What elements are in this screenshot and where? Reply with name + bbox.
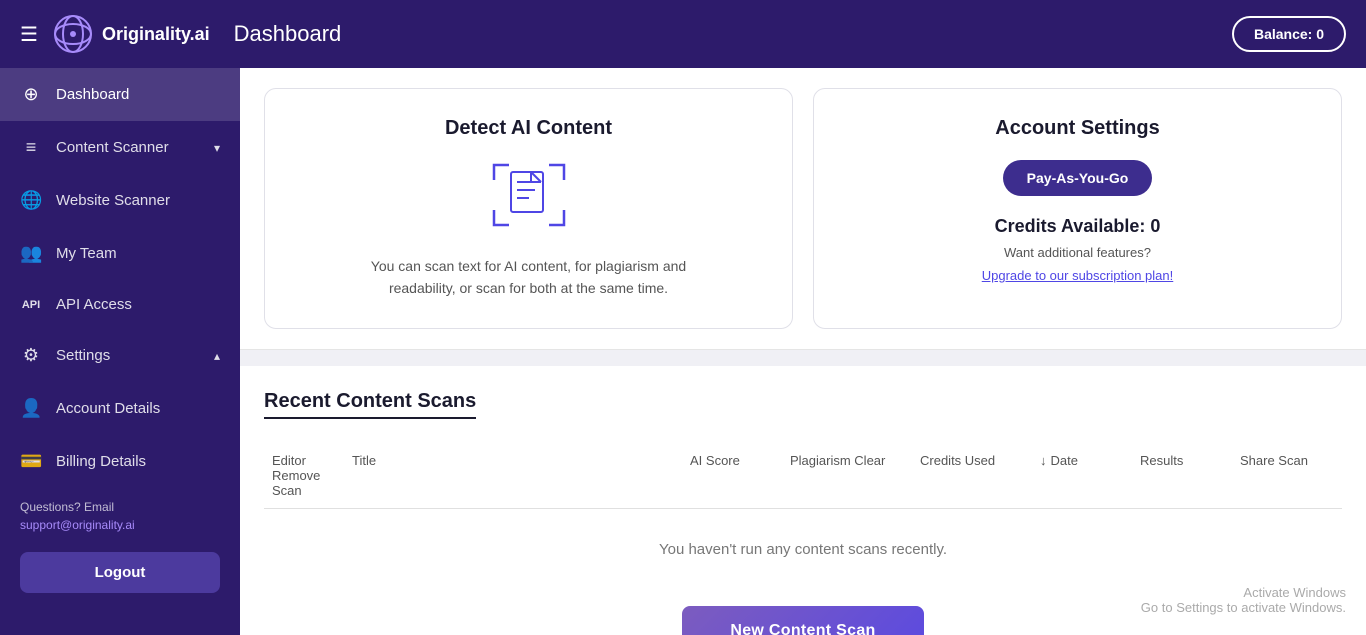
pay-as-you-go-button[interactable]: Pay-As-You-Go: [1003, 160, 1153, 196]
col-results: Results: [1132, 453, 1232, 468]
team-icon: 👥: [20, 243, 42, 264]
api-icon: API: [20, 299, 42, 311]
sidebar: ⊕ Dashboard ≡ Content Scanner ▾ 🌐 Websit…: [0, 68, 240, 635]
col-share-scan: Share Scan: [1232, 453, 1342, 468]
chevron-down-icon: ▾: [214, 141, 220, 155]
sidebar-item-label: API Access: [56, 296, 132, 313]
col-date[interactable]: ↓Date: [1032, 453, 1132, 468]
logo: Originality.ai: [54, 15, 234, 53]
menu-icon[interactable]: ☰: [20, 22, 38, 47]
sidebar-item-content-scanner[interactable]: ≡ Content Scanner ▾: [0, 121, 240, 174]
upgrade-link[interactable]: Upgrade to our subscription plan!: [982, 268, 1174, 283]
balance-badge[interactable]: Balance: 0: [1232, 16, 1346, 52]
detect-ai-card-title: Detect AI Content: [445, 117, 612, 140]
detect-ai-icon: [489, 160, 569, 235]
support-email-link[interactable]: support@originality.ai: [20, 518, 135, 532]
sidebar-item-label: Billing Details: [56, 453, 146, 470]
new-content-scan-button[interactable]: New Content Scan: [682, 606, 923, 635]
watermark-line2: Go to Settings to activate Windows.: [1141, 600, 1346, 615]
credits-available-label: Credits Available: 0: [995, 216, 1161, 237]
main-content: Detect AI Content: [240, 68, 1366, 635]
content-scanner-icon: ≡: [20, 137, 42, 158]
sidebar-item-label: Dashboard: [56, 86, 129, 103]
detect-ai-card-description: You can scan text for AI content, for pl…: [349, 255, 709, 300]
logo-icon: [54, 15, 92, 53]
layout: ⊕ Dashboard ≡ Content Scanner ▾ 🌐 Websit…: [0, 68, 1366, 635]
sidebar-item-my-team[interactable]: 👥 My Team: [0, 227, 240, 280]
sidebar-item-settings[interactable]: ⚙ Settings ▴: [0, 329, 240, 382]
recent-scans-title: Recent Content Scans: [264, 390, 476, 419]
account-settings-card: Account Settings Pay-As-You-Go Credits A…: [813, 88, 1342, 329]
empty-scans-message: You haven't run any content scans recent…: [264, 509, 1342, 590]
sidebar-item-billing-details[interactable]: 💳 Billing Details: [0, 435, 240, 488]
settings-icon: ⚙: [20, 345, 42, 366]
col-ai-score: AI Score: [682, 453, 782, 468]
chevron-up-icon: ▴: [214, 349, 220, 363]
dashboard-icon: ⊕: [20, 84, 42, 105]
sidebar-item-dashboard[interactable]: ⊕ Dashboard: [0, 68, 240, 121]
sidebar-item-label: My Team: [56, 245, 117, 262]
sort-down-icon: ↓: [1040, 453, 1047, 468]
sidebar-item-label: Settings: [56, 347, 110, 364]
sidebar-item-account-details[interactable]: 👤 Account Details: [0, 382, 240, 435]
col-remove-scan: Remove Scan: [264, 468, 344, 498]
col-title: Title: [344, 453, 682, 468]
billing-icon: 💳: [20, 451, 42, 472]
sidebar-item-label: Website Scanner: [56, 192, 170, 209]
credits-sub-label: Want additional features?: [1004, 245, 1151, 260]
globe-icon: 🌐: [20, 190, 42, 211]
sidebar-item-label: Account Details: [56, 400, 160, 417]
col-editor: Editor: [264, 453, 344, 468]
table-header: Editor Title AI Score Plagiarism Clear C…: [264, 443, 1342, 509]
support-text: Questions? Email support@originality.ai: [0, 488, 240, 544]
brand-name: Originality.ai: [102, 24, 210, 45]
sidebar-item-label: Content Scanner: [56, 139, 169, 156]
header: ☰ Originality.ai Dashboard Balance: 0: [0, 0, 1366, 68]
page-title: Dashboard: [234, 21, 342, 47]
account-icon: 👤: [20, 398, 42, 419]
sidebar-item-api-access[interactable]: API API Access: [0, 280, 240, 329]
col-plagiarism-clear: Plagiarism Clear: [782, 453, 912, 468]
sidebar-item-website-scanner[interactable]: 🌐 Website Scanner: [0, 174, 240, 227]
detect-ai-card: Detect AI Content: [264, 88, 793, 329]
cards-row: Detect AI Content: [240, 68, 1366, 350]
watermark-line1: Activate Windows: [1141, 585, 1346, 600]
watermark: Activate Windows Go to Settings to activ…: [1141, 585, 1346, 615]
account-settings-card-title: Account Settings: [995, 117, 1159, 140]
logout-button[interactable]: Logout: [20, 552, 220, 593]
col-credits-used: Credits Used: [912, 453, 1032, 468]
